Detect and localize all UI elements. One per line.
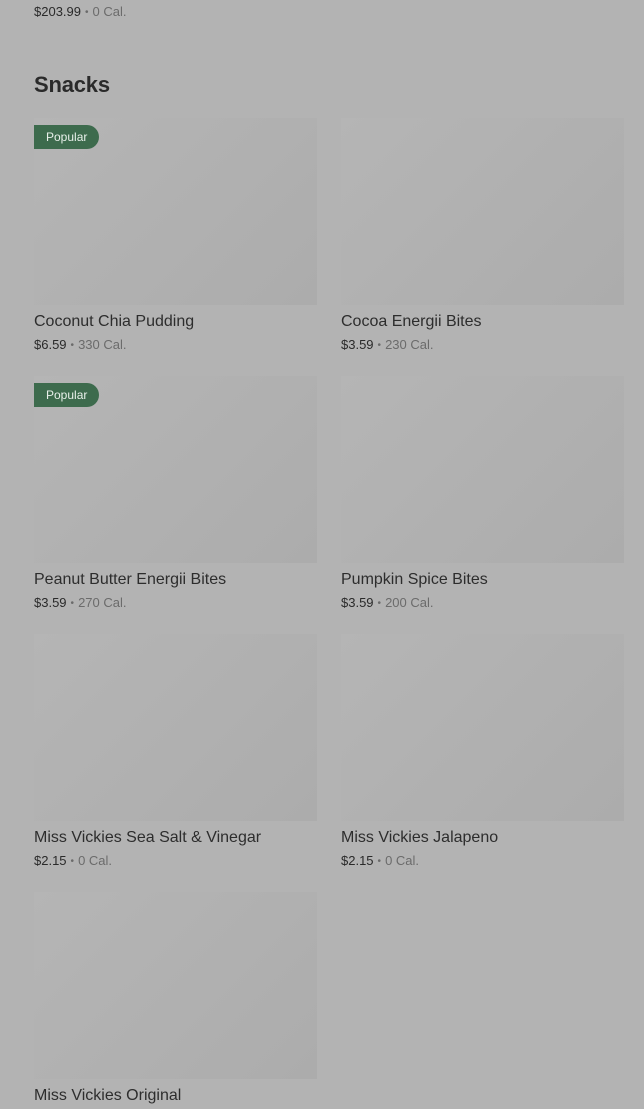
item-price: $3.59	[341, 595, 374, 610]
item-image	[34, 634, 317, 821]
item-calories: 330 Cal.	[78, 337, 127, 352]
item-calories: 200 Cal.	[385, 595, 434, 610]
menu-page: $203.99 • 0 Cal. Snacks Popular Coconut Ch…	[0, 0, 644, 1109]
separator-dot: •	[377, 598, 382, 609]
item-meta: $2.15 • 0 Cal.	[341, 853, 624, 868]
separator-dot: •	[70, 340, 75, 351]
separator-dot: •	[70, 856, 75, 867]
menu-item-card[interactable]: Miss Vickies Sea Salt & Vinegar $2.15 • 0 …	[34, 634, 317, 892]
menu-item-card[interactable]: Miss Vickies Jalapeno $2.15 • 0 Cal.	[341, 634, 624, 892]
menu-grid: Popular Coconut Chia Pudding $6.59 • 330 C…	[34, 118, 624, 1109]
popular-badge: Popular	[34, 125, 100, 149]
item-meta: $2.15 • 0 Cal.	[34, 853, 317, 868]
item-price: $2.15	[341, 853, 374, 868]
item-image	[341, 118, 624, 305]
separator-dot: •	[85, 7, 89, 18]
item-name: Coconut Chia Pudding	[34, 313, 195, 330]
separator-dot: •	[70, 598, 75, 609]
item-calories: 0 Cal.	[78, 853, 113, 868]
item-name: Peanut Butter Energii Bites	[34, 571, 227, 588]
item-meta: $3.59 • 270 Cal.	[34, 595, 317, 610]
separator-dot: •	[377, 856, 382, 867]
item-name: Pumpkin Spice Bites	[341, 571, 488, 588]
item-calories: 230 Cal.	[385, 337, 434, 352]
previous-item-meta: $203.99 • 0 Cal.	[34, 4, 126, 19]
item-price: $3.59	[341, 337, 374, 352]
item-calories: 0 Cal.	[92, 4, 127, 19]
item-name: Miss Vickies Sea Salt & Vinegar	[34, 829, 262, 846]
item-calories: 270 Cal.	[78, 595, 127, 610]
item-price: $3.59	[34, 595, 67, 610]
item-name: Cocoa Energii Bites	[341, 313, 482, 330]
item-price: $6.59	[34, 337, 67, 352]
item-image	[341, 634, 624, 821]
item-image	[34, 892, 317, 1079]
section-title: Snacks	[34, 72, 110, 97]
item-price: $2.15	[34, 853, 67, 868]
item-price: $203.99	[34, 4, 81, 19]
menu-item-card[interactable]: Pumpkin Spice Bites $3.59 • 200 Cal.	[341, 376, 624, 634]
item-name: Miss Vickies Original	[34, 1087, 182, 1104]
menu-item-card[interactable]: Cocoa Energii Bites $3.59 • 230 Cal.	[341, 118, 624, 376]
menu-item-card[interactable]: Popular Peanut Butter Energii Bites $3.5…	[34, 376, 317, 634]
item-image	[341, 376, 624, 563]
popular-badge: Popular	[34, 383, 100, 407]
separator-dot: •	[377, 340, 382, 351]
item-meta: $3.59 • 230 Cal.	[341, 337, 624, 352]
item-meta: $6.59 • 330 Cal.	[34, 337, 317, 352]
item-image: Popular	[34, 118, 317, 305]
item-image: Popular	[34, 376, 317, 563]
item-name: Miss Vickies Jalapeno	[341, 829, 499, 846]
menu-item-card[interactable]: Miss Vickies Original	[34, 892, 317, 1109]
menu-item-card[interactable]: Popular Coconut Chia Pudding $6.59 • 330 C…	[34, 118, 317, 376]
item-calories: 0 Cal.	[385, 853, 420, 868]
item-meta: $3.59 • 200 Cal.	[341, 595, 624, 610]
